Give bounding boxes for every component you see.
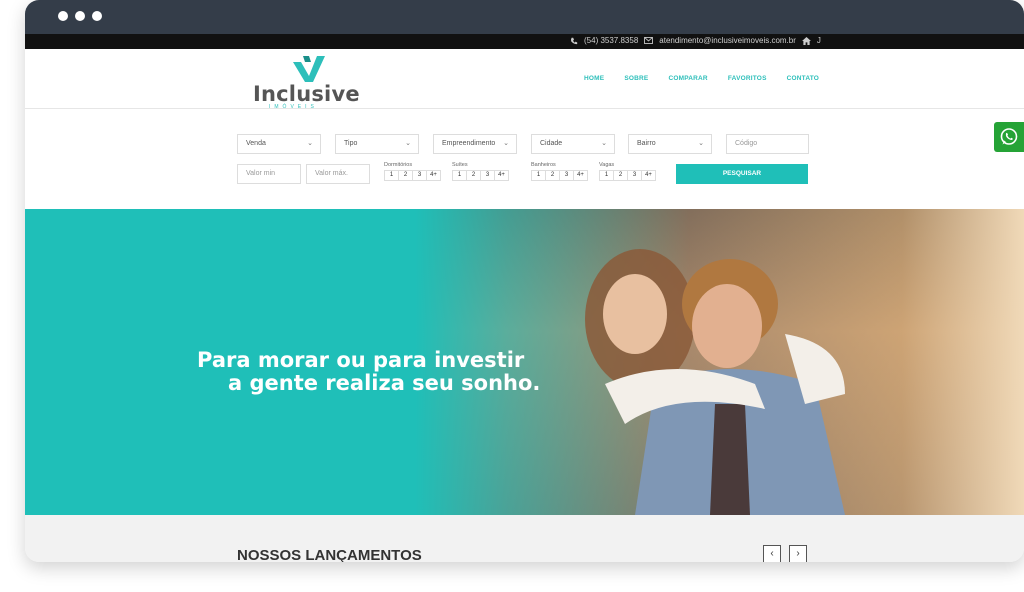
window-titlebar [25,0,1024,34]
valor-min-placeholder: Valor min [246,170,276,177]
codigo-input[interactable]: Código [726,134,809,154]
banheiros-group: Banheiros 1 2 3 4+ [531,162,588,181]
lancamentos-section: NOSSOS LANÇAMENTOS ‹ › [25,515,1024,562]
empreendimento-select[interactable]: Empreendimento ⌄ [433,134,517,154]
email-link[interactable]: atendimento@inclusiveimoveis.com.br [659,36,796,45]
valor-min-input[interactable]: Valor min [237,164,301,184]
suites-option[interactable]: 4+ [494,170,509,181]
vagas-option[interactable]: 3 [627,170,642,181]
nav-favoritos[interactable]: FAVORITOS [728,75,767,82]
bairro-select[interactable]: Bairro ⌄ [628,134,712,154]
hero-headline: Para morar ou para investir a gente real… [197,349,540,395]
logo-mark-icon [293,56,325,82]
dormitorios-group: Dormitórios 1 2 3 4+ [384,162,441,181]
site-header: Inclusive IMÓVEIS HOME SOBRE COMPARAR FA… [25,49,1024,110]
window-dot-icon [58,11,68,21]
negocio-value: Venda [246,140,266,147]
valor-max-placeholder: Valor máx. [315,170,348,177]
dormitorios-option[interactable]: 3 [412,170,427,181]
bairro-value: Bairro [637,140,656,147]
cidade-select[interactable]: Cidade ⌄ [531,134,615,154]
dormitorios-option[interactable]: 1 [384,170,399,181]
whatsapp-button[interactable] [994,122,1024,152]
topbar-extra-text: J [816,36,821,45]
hero-line-1: Para morar ou para investir [197,348,525,372]
chevron-down-icon: ⌄ [698,140,704,147]
banheiros-option[interactable]: 1 [531,170,546,181]
vagas-group: Vagas 1 2 3 4+ [599,162,656,181]
dormitorios-option[interactable]: 4+ [426,170,441,181]
vagas-option[interactable]: 4+ [641,170,656,181]
carousel-next-button[interactable]: › [789,545,807,562]
email-icon [644,36,654,45]
window-dot-icon [92,11,102,21]
nav-home[interactable]: HOME [584,75,604,82]
dormitorios-option[interactable]: 2 [398,170,413,181]
suites-label: Suítes [452,162,468,168]
couple-photo [585,249,845,515]
chevron-down-icon: ⌄ [601,140,607,147]
hero-line-2: a gente realiza seu sonho. [228,371,541,395]
codigo-placeholder: Código [735,140,758,147]
chevron-down-icon: ⌄ [503,140,509,147]
suites-group: Suítes 1 2 3 4+ [452,162,509,181]
banheiros-label: Banheiros [531,162,556,168]
negocio-select[interactable]: Venda ⌄ [237,134,321,154]
phone-icon [570,36,578,45]
main-nav: HOME SOBRE COMPARAR FAVORITOS CONTATO [584,75,819,82]
site-logo[interactable]: Inclusive IMÓVEIS [253,52,360,110]
search-panel: Venda ⌄ Tipo ⌄ Empreendimento ⌄ Cidade ⌄… [25,109,1024,209]
carousel-prev-button[interactable]: ‹ [763,545,781,562]
browser-window: (54) 3537.8358 atendimento@inclusiveimov… [25,0,1024,562]
home-icon[interactable] [801,36,811,45]
suites-option[interactable]: 3 [480,170,495,181]
tipo-value: Tipo [344,140,358,147]
vagas-option[interactable]: 2 [613,170,628,181]
hero-banner: Para morar ou para investir a gente real… [25,209,1024,515]
dormitorios-label: Dormitórios [384,162,413,168]
empreendimento-value: Empreendimento [442,140,496,147]
nav-sobre[interactable]: SOBRE [624,75,648,82]
tipo-select[interactable]: Tipo ⌄ [335,134,419,154]
contact-bar: (54) 3537.8358 atendimento@inclusiveimov… [25,34,1024,49]
chevron-down-icon: ⌄ [405,140,411,147]
vagas-label: Vagas [599,162,615,168]
chevron-down-icon: ⌄ [307,140,313,147]
search-button[interactable]: PESQUISAR [676,164,808,184]
suites-option[interactable]: 1 [452,170,467,181]
phone-number[interactable]: (54) 3537.8358 [584,36,638,45]
vagas-option[interactable]: 1 [599,170,614,181]
whatsapp-icon [1000,128,1018,145]
nav-comparar[interactable]: COMPARAR [668,75,707,82]
suites-option[interactable]: 2 [466,170,481,181]
banheiros-option[interactable]: 2 [545,170,560,181]
valor-max-input[interactable]: Valor máx. [306,164,370,184]
logo-text: Inclusive [253,82,360,106]
nav-contato[interactable]: CONTATO [787,75,819,82]
lancamentos-title: NOSSOS LANÇAMENTOS [237,547,422,562]
window-dot-icon [75,11,85,21]
banheiros-option[interactable]: 4+ [573,170,588,181]
banheiros-option[interactable]: 3 [559,170,574,181]
cidade-value: Cidade [540,140,563,147]
